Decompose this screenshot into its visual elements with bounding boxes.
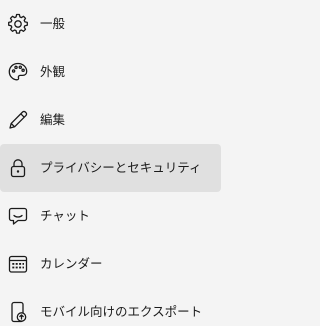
sidebar-item-label: モバイル向けのエクスポート <box>40 304 203 319</box>
calendar-icon <box>6 252 30 276</box>
sidebar-item-label: カレンダー <box>40 256 103 271</box>
sidebar-item-label: 一般 <box>40 16 66 31</box>
sidebar-item-label: プライバシーとセキュリティ <box>40 160 202 175</box>
sidebar-item-general[interactable]: 一般 <box>0 0 221 48</box>
sidebar-item-calendar[interactable]: カレンダー <box>0 240 221 288</box>
gear-icon <box>6 12 30 36</box>
sidebar-item-label: 外観 <box>40 64 66 79</box>
sidebar-item-chat[interactable]: チャット <box>0 192 221 240</box>
sidebar-item-label: 編集 <box>40 112 66 127</box>
palette-icon <box>6 60 30 84</box>
chat-icon <box>6 204 30 228</box>
sidebar-item-editing[interactable]: 編集 <box>0 96 221 144</box>
sidebar-item-privacy-security[interactable]: プライバシーとセキュリティ <box>0 144 221 192</box>
mobile-export-icon <box>6 300 30 324</box>
lock-icon <box>6 156 30 180</box>
pencil-icon <box>6 108 30 132</box>
sidebar-item-label: チャット <box>40 208 90 223</box>
sidebar-item-appearance[interactable]: 外観 <box>0 48 221 96</box>
settings-sidebar: 一般 外観 編集 プライバシーとセキュリティ チャット カレンダー モバイル向け… <box>0 0 227 326</box>
sidebar-item-mobile-export[interactable]: モバイル向けのエクスポート <box>0 288 221 326</box>
